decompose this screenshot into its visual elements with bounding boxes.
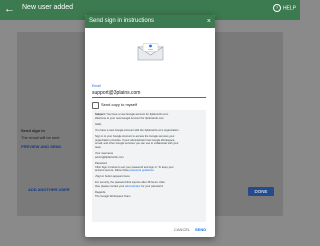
- subject-prefix: Subject:: [95, 113, 107, 116]
- dialog-title: Send sign in instructions: [89, 18, 155, 24]
- message-line: team.: [95, 145, 102, 149]
- send-copy-checkbox[interactable]: [92, 102, 99, 109]
- add-another-user-link[interactable]: ADD ANOTHER USER: [28, 187, 70, 192]
- done-button[interactable]: DONE: [248, 187, 274, 196]
- preview-and-send-link[interactable]: PREVIEW AND SEND: [21, 144, 61, 149]
- close-icon[interactable]: ×: [207, 17, 211, 26]
- bg-sub-text: The email will be sent: [21, 135, 60, 140]
- subject-text: You have a new Google account for 3plain…: [106, 113, 169, 116]
- message-line: that, please contact your administrator …: [95, 185, 163, 188]
- send-button[interactable]: SEND: [195, 227, 206, 232]
- email-field-label: Email: [92, 84, 101, 88]
- help-icon: ?: [272, 4, 281, 12]
- password-guidelines-link[interactable]: password guidelines: [130, 169, 154, 172]
- message-line: Welcome to your new Google Account for 3…: [95, 117, 164, 120]
- administrator-link[interactable]: administrator: [125, 185, 141, 188]
- message-subject: Subject: You have a new Google account f…: [95, 113, 168, 116]
- email-field[interactable]: support@3plains.com: [92, 89, 206, 98]
- sec-text: that, please contact your: [95, 184, 126, 188]
- message-line: You have a new Google Account with the 3…: [95, 129, 180, 132]
- message-line: The Google Workspace Team: [95, 194, 131, 198]
- signin-placeholder: •Sign in button appears here•: [95, 175, 130, 178]
- send-instructions-dialog: Send sign in instructions × **** Email s…: [85, 15, 215, 237]
- send-copy-label: Send copy to myself: [101, 102, 138, 107]
- page-title: New user added: [22, 4, 73, 11]
- envelope-password-icon: ****: [137, 43, 164, 61]
- dialog-header: Send sign in instructions ×: [85, 15, 215, 28]
- help-label: HELP: [282, 5, 296, 12]
- message-line: Hello,: [95, 123, 102, 126]
- message-preview: Subject: You have a new Google account f…: [92, 110, 206, 222]
- message-line: Gmail, and other Google services you can…: [95, 142, 179, 145]
- message-line: account secure, follow these password gu…: [95, 169, 154, 172]
- bg-send-heading: Send sign in: [21, 128, 45, 133]
- help-button[interactable]: ? HELP: [272, 4, 296, 12]
- pw-text: account secure, follow these: [95, 169, 130, 172]
- back-arrow-icon[interactable]: ←: [4, 3, 16, 15]
- username-value: edmin@3plainsinfo.com: [95, 155, 124, 159]
- svg-text:****: ****: [148, 48, 154, 52]
- sec-text-end: for your password.: [140, 184, 164, 188]
- cancel-button[interactable]: CANCEL: [174, 227, 190, 232]
